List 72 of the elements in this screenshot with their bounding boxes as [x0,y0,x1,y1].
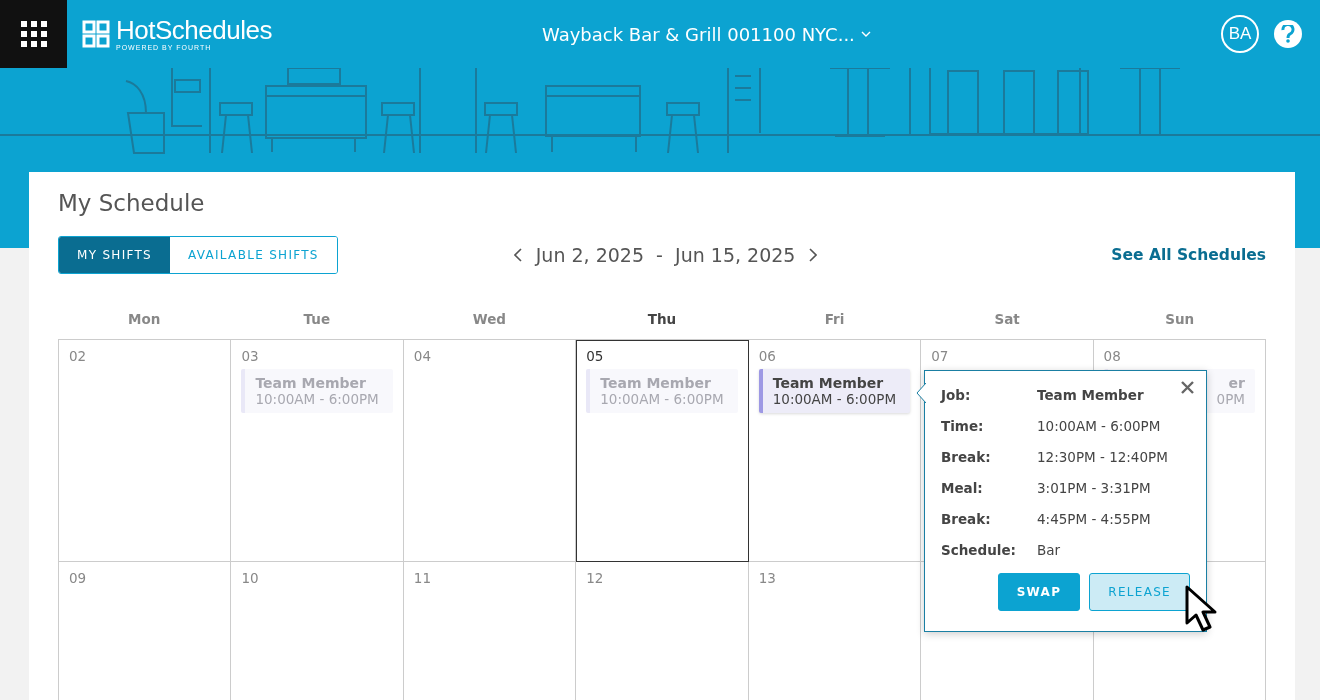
calendar-day-cell[interactable]: 02 [59,340,232,562]
detail-value: Bar [1037,542,1062,558]
chevron-down-icon [860,31,871,37]
day-number: 09 [69,570,87,586]
day-number: 05 [586,348,604,364]
shift-card[interactable]: Team Member 10:00AM - 6:00PM [758,369,911,413]
shift-time: 10:00AM - 6:00PM [772,391,898,407]
calendar-day-cell[interactable]: 13 [748,562,922,700]
location-selector[interactable]: Wayback Bar & Grill 001100 NYC... [542,23,871,45]
help-button[interactable] [1274,20,1302,48]
detail-label: Schedule: [941,542,1017,558]
shift-title: Team Member [255,375,367,391]
detail-label: Job: [941,387,972,403]
weekday-label: Thu [646,311,678,327]
detail-value: 10:00AM - 6:00PM [1037,418,1162,434]
shift-title: er [1228,375,1245,391]
page-title: My Schedule [58,190,206,216]
grid-icon [20,21,47,47]
day-number: 07 [931,348,949,364]
day-number: 06 [758,348,776,364]
weekday-label: Sun [1164,311,1196,327]
view-tab[interactable]: MY SHIFTS [59,237,171,273]
day-number: 13 [758,570,776,586]
help-icon [1281,25,1295,43]
apps-menu-button[interactable] [0,0,67,68]
day-number: 02 [69,348,87,364]
calendar-day-cell[interactable]: 03 Team Member 10:00AM - 6:00PM [231,340,404,562]
calendar-day-cell[interactable]: 12 [576,562,749,700]
detail-label: Break: [941,511,992,527]
chevron-left-icon [513,248,522,262]
day-number: 03 [241,348,259,364]
detail-label: Time: [941,418,985,434]
detail-value: 12:30PM - 12:40PM [1037,449,1169,465]
detail-value: Team Member [1037,387,1145,403]
weekday-label: Sat [993,311,1021,327]
calendar-day-cell[interactable]: 11 [403,562,577,700]
shift-card[interactable]: Team Member 10:00AM - 6:00PM [241,369,393,413]
day-number: 08 [1103,348,1121,364]
shift-time: 10:00AM - 6:00PM [600,391,725,407]
day-number: 04 [413,348,432,364]
calendar-day-cell[interactable]: 04 [403,340,577,562]
weekday-label: Mon [127,311,162,327]
shift-time: 10:00AM - 6:00PM [255,391,380,407]
previous-button[interactable] [513,248,522,262]
release-button[interactable]: RELEASE [1089,573,1190,611]
shift-title: Team Member [772,375,885,391]
close-icon[interactable] [1181,381,1194,394]
detail-label: Meal: [941,480,984,496]
user-avatar[interactable]: BA [1221,15,1259,53]
calendar-day-cell[interactable]: 06 Team Member 10:00AM - 6:00PM [748,340,922,562]
date-range: Jun 2, 2025 - Jun 15, 2025 [535,244,796,266]
weekday-label: Wed [471,311,508,327]
detail-label: Break: [941,449,992,465]
shift-card[interactable]: Team Member 10:00AM - 6:00PM [586,369,738,413]
next-button[interactable] [809,248,818,262]
swap-button[interactable]: SWAP [997,573,1081,611]
day-number: 12 [586,570,604,586]
see-all-schedules-link[interactable]: See All Schedules [1111,246,1266,264]
day-number: 11 [413,570,432,586]
weekday-label: Fri [823,311,846,327]
day-number: 10 [241,570,259,586]
shift-title: Team Member [600,375,712,391]
detail-value: 4:45PM - 4:55PM [1037,511,1152,527]
calendar-day-cell[interactable]: 10 [231,562,404,700]
calendar-day-cell[interactable]: 05 Team Member 10:00AM - 6:00PM [576,340,749,562]
detail-value: 3:01PM - 3:31PM [1037,480,1152,496]
calendar-day-cell[interactable]: 09 [59,562,232,700]
weekday-label: Tue [302,311,332,327]
shift-time: 0PM [1216,391,1245,407]
chevron-right-icon [809,248,818,262]
logo-icon [82,20,110,48]
logo-text: HotSchedules [116,17,272,43]
